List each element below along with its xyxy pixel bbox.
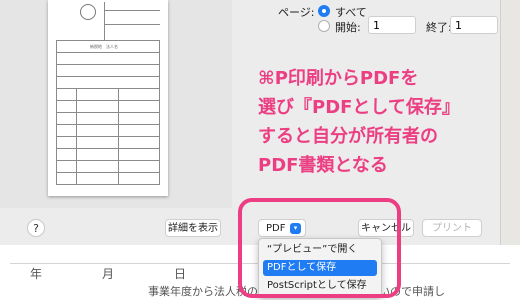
date-line: 年 月 日	[30, 267, 211, 281]
page-range-label: ページ:	[278, 6, 315, 19]
radio-all-pages[interactable]	[318, 5, 330, 17]
help-button[interactable]: ?	[27, 219, 45, 237]
print-preview: 納税地 法人名	[0, 0, 232, 208]
show-details-button[interactable]: 詳細を表示	[165, 219, 221, 237]
stamp-circle	[80, 4, 96, 20]
from-label: 開始:	[335, 21, 361, 34]
print-button[interactable]: プリント	[422, 219, 482, 237]
annotation-text: ⌘P印刷からPDFを 選び『PDFとして保存』 すると自分が所有者の PDF書類…	[258, 64, 498, 180]
annotation-line: 選び『PDFとして保存』	[258, 97, 460, 118]
annotation-line: すると自分が所有者の	[258, 126, 438, 147]
to-page-input[interactable]	[450, 16, 498, 34]
annotation-line: PDF書類となる	[258, 155, 388, 176]
from-page-input[interactable]	[368, 16, 416, 34]
to-label: 終了:	[426, 21, 452, 34]
radio-page-range[interactable]	[318, 20, 330, 32]
page-range-section: ページ: すべて 開始: 終了:	[258, 0, 498, 60]
annotation-line: ⌘P印刷からPDFを	[258, 68, 419, 89]
highlight-box	[238, 198, 401, 298]
radio-all-label: すべて	[335, 6, 367, 19]
preview-page: 納税地 法人名	[48, 0, 168, 196]
